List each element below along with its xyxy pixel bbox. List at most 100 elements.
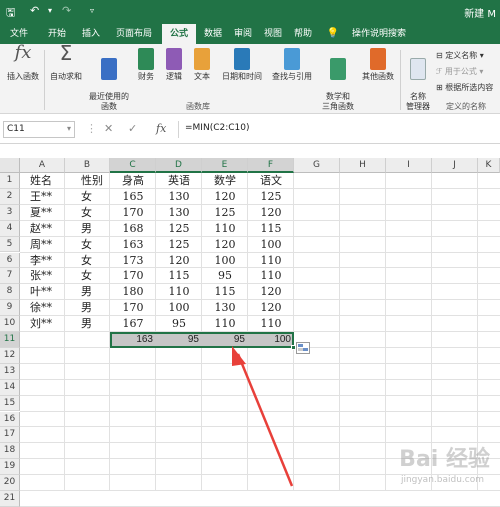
row-header-17[interactable]: 17	[0, 427, 20, 444]
row-header-4[interactable]: 4	[0, 220, 20, 237]
row-header-14[interactable]: 14	[0, 379, 20, 396]
table-cell[interactable]: 周**	[20, 237, 65, 252]
row-header-6[interactable]: 6	[0, 252, 20, 269]
column-header-i[interactable]: I	[386, 158, 432, 173]
min-result-cell[interactable]: 163	[110, 332, 156, 347]
row-header-3[interactable]: 3	[0, 204, 20, 221]
tell-me-search[interactable]: 操作说明搜索	[346, 24, 412, 44]
header-cell[interactable]: 身高	[110, 173, 156, 188]
tab-formulas[interactable]: 公式	[162, 24, 196, 44]
select-all-corner[interactable]	[0, 158, 20, 173]
table-cell[interactable]: 女	[65, 237, 110, 252]
table-cell[interactable]: 张**	[20, 268, 65, 283]
row-header-19[interactable]: 19	[0, 459, 20, 476]
table-cell[interactable]: 95	[156, 316, 202, 331]
table-cell[interactable]: 130	[156, 189, 202, 204]
table-cell[interactable]: 167	[110, 316, 156, 331]
table-cell[interactable]: 刘**	[20, 316, 65, 331]
table-cell[interactable]: 168	[110, 221, 156, 236]
lookup-reference-button[interactable]: 查找与引用	[268, 48, 316, 82]
name-box[interactable]: C11	[3, 121, 75, 138]
table-cell[interactable]: 115	[248, 221, 294, 236]
tab-view[interactable]: 视图	[260, 24, 286, 44]
table-cell[interactable]: 125	[156, 237, 202, 252]
table-cell[interactable]: 95	[202, 268, 248, 283]
financial-button[interactable]: 财务	[134, 48, 158, 82]
table-cell[interactable]: 男	[65, 316, 110, 331]
define-name-item[interactable]: ⊟ 定义名称 ▾	[436, 50, 484, 61]
formula-input[interactable]: =MIN(C2:C10)	[178, 121, 500, 138]
math-trig-button[interactable]: 数学和 三角函数	[318, 48, 358, 112]
date-time-button[interactable]: 日期和时间	[218, 48, 266, 82]
table-cell[interactable]: 女	[65, 189, 110, 204]
table-cell[interactable]: 男	[65, 284, 110, 299]
row-header-8[interactable]: 8	[0, 284, 20, 301]
column-header-c[interactable]: C	[110, 158, 156, 173]
table-cell[interactable]: 110	[248, 268, 294, 283]
row-header-13[interactable]: 13	[0, 363, 20, 380]
text-button[interactable]: 文本	[190, 48, 214, 82]
row-header-7[interactable]: 7	[0, 268, 20, 285]
row-header-2[interactable]: 2	[0, 188, 20, 205]
table-cell[interactable]: 120	[248, 300, 294, 315]
row-header-5[interactable]: 5	[0, 236, 20, 253]
header-cell[interactable]: 姓名	[20, 173, 65, 188]
table-cell[interactable]: 叶**	[20, 284, 65, 299]
row-header-12[interactable]: 12	[0, 347, 20, 364]
column-header-d[interactable]: D	[156, 158, 202, 173]
table-cell[interactable]: 男	[65, 300, 110, 315]
tab-review[interactable]: 审阅	[230, 24, 256, 44]
name-manager-button[interactable]: 名称 管理器	[402, 48, 434, 112]
save-icon[interactable]: 🖫	[6, 4, 15, 23]
table-cell[interactable]: 125	[248, 189, 294, 204]
row-header-1[interactable]: 1	[0, 173, 20, 189]
table-cell[interactable]: 110	[202, 316, 248, 331]
min-result-cell[interactable]: 95	[156, 332, 202, 347]
table-cell[interactable]: 170	[110, 300, 156, 315]
use-in-formula-item[interactable]: ℱ 用于公式 ▾	[436, 66, 483, 77]
table-cell[interactable]: 100	[202, 253, 248, 268]
table-cell[interactable]: 120	[202, 237, 248, 252]
column-header-f[interactable]: F	[248, 158, 294, 173]
table-cell[interactable]: 125	[156, 221, 202, 236]
more-functions-button[interactable]: 其他函数	[358, 48, 398, 82]
header-cell[interactable]: 数学	[202, 173, 248, 188]
column-header-g[interactable]: G	[294, 158, 340, 173]
column-header-b[interactable]: B	[65, 158, 110, 173]
table-cell[interactable]: 110	[202, 221, 248, 236]
table-cell[interactable]: 赵**	[20, 221, 65, 236]
table-cell[interactable]: 125	[202, 205, 248, 220]
column-header-e[interactable]: E	[202, 158, 248, 173]
tab-insert[interactable]: 插入	[78, 24, 104, 44]
table-cell[interactable]: 120	[248, 284, 294, 299]
table-cell[interactable]: 110	[248, 316, 294, 331]
tab-help[interactable]: 帮助	[290, 24, 316, 44]
insert-function-icon[interactable]: fx	[156, 122, 166, 135]
table-cell[interactable]: 120	[156, 253, 202, 268]
table-cell[interactable]: 173	[110, 253, 156, 268]
table-cell[interactable]: 夏**	[20, 205, 65, 220]
table-cell[interactable]: 163	[110, 237, 156, 252]
table-cell[interactable]: 王**	[20, 189, 65, 204]
tab-data[interactable]: 数据	[200, 24, 226, 44]
logical-button[interactable]: 逻辑	[162, 48, 186, 82]
table-cell[interactable]: 100	[156, 300, 202, 315]
table-cell[interactable]: 女	[65, 253, 110, 268]
customize-icon[interactable]: ▿	[90, 6, 94, 15]
table-cell[interactable]: 180	[110, 284, 156, 299]
table-cell[interactable]: 115	[156, 268, 202, 283]
table-cell[interactable]: 120	[202, 189, 248, 204]
tab-file[interactable]: 文件	[6, 24, 32, 44]
header-cell[interactable]: 语文	[248, 173, 294, 188]
confirm-icon[interactable]: ✓	[128, 122, 137, 135]
column-header-k[interactable]: K	[478, 158, 500, 173]
recently-used-button[interactable]: 最近使用的 函数	[86, 48, 132, 112]
row-header-9[interactable]: 9	[0, 300, 20, 317]
header-cell[interactable]: 性别	[65, 173, 110, 188]
table-cell[interactable]: 110	[156, 284, 202, 299]
row-header-16[interactable]: 16	[0, 411, 20, 428]
spreadsheet-grid[interactable]: A B C D E F G H I J K 1 2 3 4 5 6 7 8 9 10 11 12 13 1…	[0, 158, 500, 507]
column-header-j[interactable]: J	[432, 158, 478, 173]
table-cell[interactable]: 170	[110, 205, 156, 220]
table-cell[interactable]: 100	[248, 237, 294, 252]
